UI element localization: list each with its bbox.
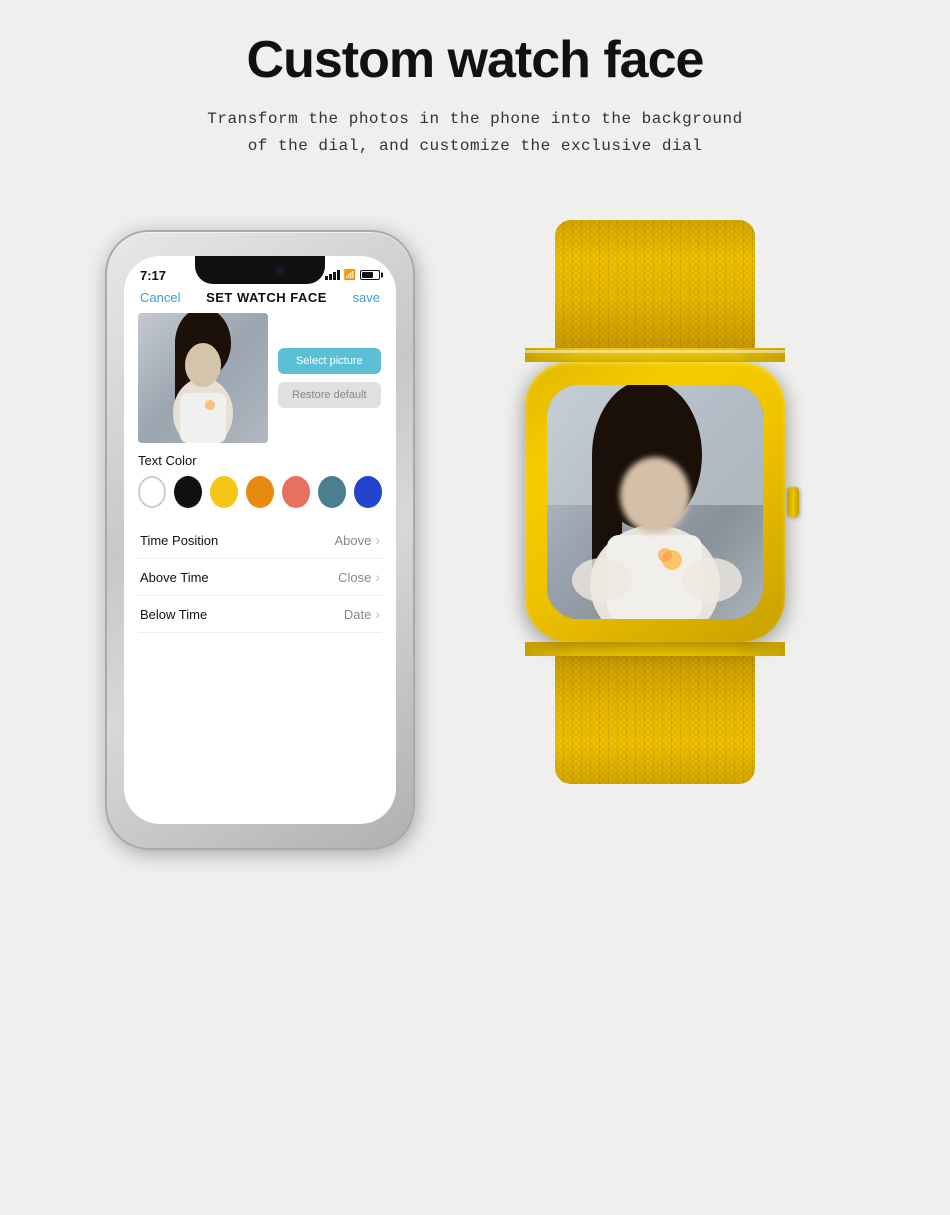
watch-case xyxy=(525,362,785,642)
color-swatch-teal[interactable] xyxy=(318,476,346,508)
photo-svg xyxy=(138,313,268,443)
content-row: 7:17 📶 xyxy=(40,200,910,880)
color-swatch-yellow[interactable] xyxy=(210,476,238,508)
wifi-icon: 📶 xyxy=(344,270,356,281)
watch-face-svg xyxy=(547,385,763,619)
time-position-row[interactable]: Time Position Above › xyxy=(138,522,382,559)
page-subtitle: Transform the photos in the phone into t… xyxy=(207,106,742,160)
color-swatch-black[interactable] xyxy=(174,476,202,508)
chevron-right-icon: › xyxy=(375,532,380,548)
watch-body xyxy=(495,220,815,860)
color-swatch-blue[interactable] xyxy=(354,476,382,508)
time-position-value: Above › xyxy=(334,532,380,548)
camera-icon xyxy=(276,266,284,274)
restore-default-button[interactable]: Restore default xyxy=(278,382,381,408)
connector-top xyxy=(525,348,785,362)
color-swatch-orange[interactable] xyxy=(246,476,274,508)
status-icons: 📶 xyxy=(325,270,380,281)
battery-icon xyxy=(360,270,380,280)
chevron-right-icon-2: › xyxy=(375,569,380,585)
signal-icon xyxy=(325,270,340,280)
save-button[interactable]: save xyxy=(353,290,380,305)
time-position-label: Time Position xyxy=(140,533,218,548)
status-time: 7:17 xyxy=(140,268,166,283)
photo-area: Select picture Restore default xyxy=(138,313,382,443)
watch-crown xyxy=(787,487,799,517)
phone-notch xyxy=(195,256,325,284)
band-bottom xyxy=(555,654,755,784)
above-time-label: Above Time xyxy=(140,570,209,585)
page-container: Custom watch face Transform the photos i… xyxy=(0,0,950,1215)
connector-bottom xyxy=(525,642,785,656)
phone-body: 7:17 📶 xyxy=(105,230,415,850)
watch-face-display xyxy=(547,385,763,619)
below-time-label: Below Time xyxy=(140,607,207,622)
color-swatch-salmon[interactable] xyxy=(282,476,310,508)
app-content: Select picture Restore default Text Colo… xyxy=(124,313,396,633)
text-color-label: Text Color xyxy=(138,453,382,468)
color-swatch-white[interactable] xyxy=(138,476,166,508)
chevron-right-icon-3: › xyxy=(375,606,380,622)
photo-buttons: Select picture Restore default xyxy=(278,313,381,443)
select-picture-button[interactable]: Select picture xyxy=(278,348,381,374)
above-time-value: Close › xyxy=(338,569,380,585)
band-top xyxy=(555,220,755,350)
above-time-row[interactable]: Above Time Close › xyxy=(138,559,382,596)
app-header: Cancel SET WATCH FACE save xyxy=(124,286,396,313)
color-swatches xyxy=(138,476,382,508)
below-time-value: Date › xyxy=(344,606,380,622)
below-time-row[interactable]: Below Time Date › xyxy=(138,596,382,633)
app-title: SET WATCH FACE xyxy=(206,290,327,305)
watch-screen xyxy=(547,385,763,619)
phone-mockup: 7:17 📶 xyxy=(105,230,415,850)
photo-thumbnail xyxy=(138,313,268,443)
page-title: Custom watch face xyxy=(247,30,704,90)
cancel-button[interactable]: Cancel xyxy=(140,290,180,305)
watch-mockup xyxy=(465,200,845,880)
phone-screen: 7:17 📶 xyxy=(124,256,396,824)
